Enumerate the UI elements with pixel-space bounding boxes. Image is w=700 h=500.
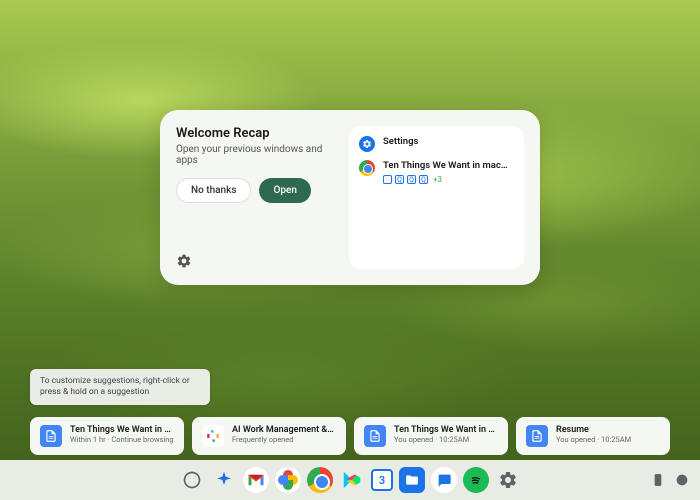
sparkle-icon[interactable] [211, 467, 237, 493]
session-tabs: Q Q Q +3 [383, 175, 514, 184]
suggestion-card[interactable]: AI Work Management & Pro...Frequently op… [192, 417, 346, 455]
suggestion-title: Ten Things We Want in mac... [394, 425, 498, 435]
docs-icon [40, 425, 62, 447]
docs-icon [364, 425, 386, 447]
recap-title: Welcome Recap [176, 126, 335, 141]
suggestion-row: Ten Things We Want in mac...Within 1 hr … [30, 417, 670, 455]
suggestion-sub: You opened · 10:25AM [556, 435, 660, 444]
session-label: Ten Things We Want in macOS 15 - Googl..… [383, 160, 514, 172]
open-button[interactable]: Open [259, 178, 310, 203]
phone-hub-icon[interactable] [650, 472, 666, 488]
docs-icon [526, 425, 548, 447]
system-tray[interactable] [650, 472, 690, 488]
chrome-icon [359, 160, 375, 176]
play-store-icon[interactable] [339, 467, 365, 493]
more-tabs: +3 [433, 175, 442, 184]
session-settings[interactable]: Settings [359, 136, 514, 152]
launcher-icon[interactable] [179, 467, 205, 493]
gear-icon[interactable] [176, 253, 192, 269]
shelf: 3 [0, 460, 700, 500]
session-label: Settings [383, 136, 514, 148]
suggestion-hint-tooltip: To customize suggestions, right-click or… [30, 369, 210, 405]
suggestion-title: AI Work Management & Pro... [232, 425, 336, 435]
slack-icon [202, 425, 224, 447]
calendar-icon[interactable]: 3 [371, 469, 393, 491]
photos-icon[interactable] [275, 467, 301, 493]
tab-icon [383, 175, 392, 184]
suggestion-title: Ten Things We Want in mac... [70, 425, 174, 435]
recap-subtitle: Open your previous windows and apps [176, 144, 335, 166]
settings-icon [359, 136, 375, 152]
chrome-icon[interactable] [307, 467, 333, 493]
spotify-icon[interactable] [463, 467, 489, 493]
suggestion-card[interactable]: Ten Things We Want in mac...Within 1 hr … [30, 417, 184, 455]
status-icon[interactable] [674, 472, 690, 488]
messages-icon[interactable] [431, 467, 457, 493]
tab-icon: Q [395, 175, 404, 184]
gmail-icon[interactable] [243, 467, 269, 493]
tab-icon: Q [407, 175, 416, 184]
suggestion-card[interactable]: Ten Things We Want in mac...You opened ·… [354, 417, 508, 455]
suggestion-sub: Frequently opened [232, 435, 336, 444]
files-icon[interactable] [399, 467, 425, 493]
suggestion-card[interactable]: ResumeYou opened · 10:25AM [516, 417, 670, 455]
session-chrome[interactable]: Ten Things We Want in macOS 15 - Googl..… [359, 160, 514, 184]
suggestion-sub: You opened · 10:25AM [394, 435, 498, 444]
settings-icon[interactable] [495, 467, 521, 493]
recap-sessions: Settings Ten Things We Want in macOS 15 … [349, 126, 524, 269]
recap-prompt: Welcome Recap Open your previous windows… [176, 126, 335, 269]
no-thanks-button[interactable]: No thanks [176, 178, 251, 203]
welcome-recap-card: Welcome Recap Open your previous windows… [160, 110, 540, 285]
suggestion-title: Resume [556, 425, 660, 435]
tab-icon: Q [419, 175, 428, 184]
suggestion-sub: Within 1 hr · Continue browsing [70, 435, 174, 444]
